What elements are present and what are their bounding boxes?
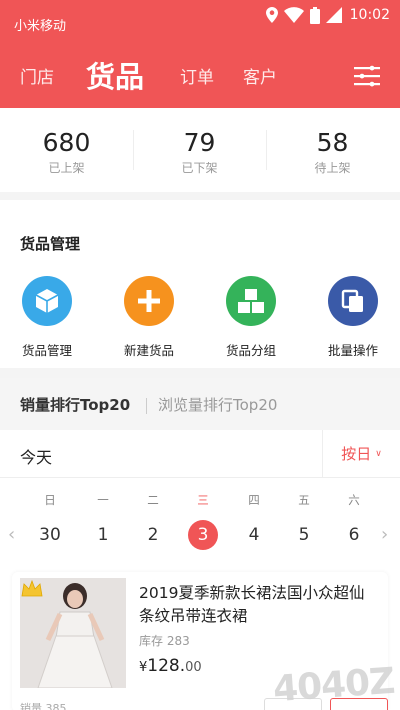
stat-value: 79 [183, 128, 216, 157]
ranking-section: 销量排行Top20 浏览量排行Top20 今天 按日 ∨ ‹ › 日 一 二 三… [0, 378, 400, 710]
wifi-icon [283, 7, 304, 23]
price-decimal: 00 [185, 660, 202, 675]
day-cell[interactable]: 4 [234, 520, 274, 550]
tab-goods[interactable]: 货品 [86, 50, 144, 100]
period-bar: 今天 按日 ∨ [0, 430, 400, 478]
tab-customers[interactable]: 客户 [243, 50, 277, 100]
section-title: 货品管理 [20, 235, 81, 253]
stat-delisted[interactable]: 79 已下架 [133, 108, 266, 192]
tab-views-top20[interactable]: 浏览量排行Top20 [158, 394, 277, 415]
stat-label: 已上架 [48, 161, 85, 175]
stat-value: 58 [316, 128, 349, 157]
chevron-left-icon[interactable]: ‹ [8, 524, 15, 545]
signal-icon [325, 7, 342, 23]
day-cell-selected[interactable]: 3 [188, 520, 218, 550]
copy-icon [328, 276, 378, 326]
chevron-right-icon[interactable]: › [381, 524, 388, 545]
stat-listed[interactable]: 680 已上架 [0, 108, 133, 192]
carrier-name: 小米移动 [14, 19, 67, 34]
battery-icon [309, 6, 320, 24]
stats-panel: 680 已上架 79 已下架 58 待上架 [0, 108, 400, 192]
status-icons: 10:02 [265, 6, 390, 24]
product-title[interactable]: 2019夏季新款长裙法国小众超仙条纹吊带连衣裙 [139, 582, 375, 628]
watermark-logo: 4040Z [271, 660, 396, 710]
goods-group-button[interactable]: 货品分组 [201, 276, 301, 359]
day-cell[interactable]: 30 [30, 520, 70, 550]
goods-management-section: 货品管理 货品管理 新建货品 货品分组 批量操作 [0, 200, 400, 368]
price-integer: 128. [147, 656, 186, 676]
period-dropdown-value: 按日 [341, 445, 372, 463]
day-cell[interactable]: 5 [284, 520, 324, 550]
top-bar: 小米移动 10:02 门店 货品 订单 客户 [0, 0, 400, 108]
product-image[interactable] [20, 578, 126, 688]
location-icon [265, 7, 278, 23]
clock: 10:02 [349, 7, 390, 23]
tab-separator [146, 398, 147, 414]
status-bar: 小米移动 10:02 [0, 0, 400, 40]
menu-lines-icon [354, 65, 380, 87]
period-label: 今天 [20, 448, 53, 467]
cube-icon [22, 276, 72, 326]
weekday-label: 一 [97, 493, 109, 507]
day-cell[interactable]: 2 [133, 520, 173, 550]
function-label: 批量操作 [327, 343, 378, 358]
ranking-tabs: 销量排行Top20 浏览量排行Top20 [0, 378, 400, 430]
day-cell[interactable]: 1 [83, 520, 123, 550]
tab-orders[interactable]: 订单 [180, 50, 214, 100]
stat-label: 已下架 [181, 161, 218, 175]
product-sales: 销量 385 [20, 702, 67, 710]
weekday-label: 三 [197, 493, 209, 507]
stat-label: 待上架 [314, 161, 351, 175]
stat-value: 680 [42, 128, 91, 157]
new-goods-button[interactable]: 新建货品 [99, 276, 199, 359]
main-nav: 门店 货品 订单 客户 [0, 50, 400, 100]
chevron-down-icon: ∨ [375, 448, 382, 459]
function-label: 货品管理 [21, 343, 72, 358]
weekday-label: 五 [298, 493, 310, 507]
product-price: ¥128.00 [139, 656, 202, 676]
plus-icon [124, 276, 174, 326]
stat-pending[interactable]: 58 待上架 [266, 108, 399, 192]
weekday-label: 四 [248, 493, 260, 507]
tab-sales-top20[interactable]: 销量排行Top20 [20, 394, 130, 415]
function-label: 货品分组 [225, 343, 276, 358]
period-dropdown[interactable]: 按日 ∨ [322, 430, 400, 477]
tab-store[interactable]: 门店 [20, 50, 54, 100]
menu-button[interactable] [354, 64, 380, 88]
weekday-label: 日 [44, 493, 56, 507]
goods-management-button[interactable]: 货品管理 [0, 276, 97, 359]
day-cell[interactable]: 6 [334, 520, 374, 550]
function-label: 新建货品 [123, 343, 174, 358]
weekday-label: 六 [348, 493, 360, 507]
week-picker: ‹ › 日 一 二 三 四 五 六 30 1 2 3 4 5 6 [0, 478, 400, 564]
product-stock: 库存 283 [139, 634, 190, 648]
weekday-label: 二 [147, 493, 159, 507]
batch-operation-button[interactable]: 批量操作 [303, 276, 400, 359]
crown-icon [21, 579, 43, 597]
boxes-icon [226, 276, 276, 326]
